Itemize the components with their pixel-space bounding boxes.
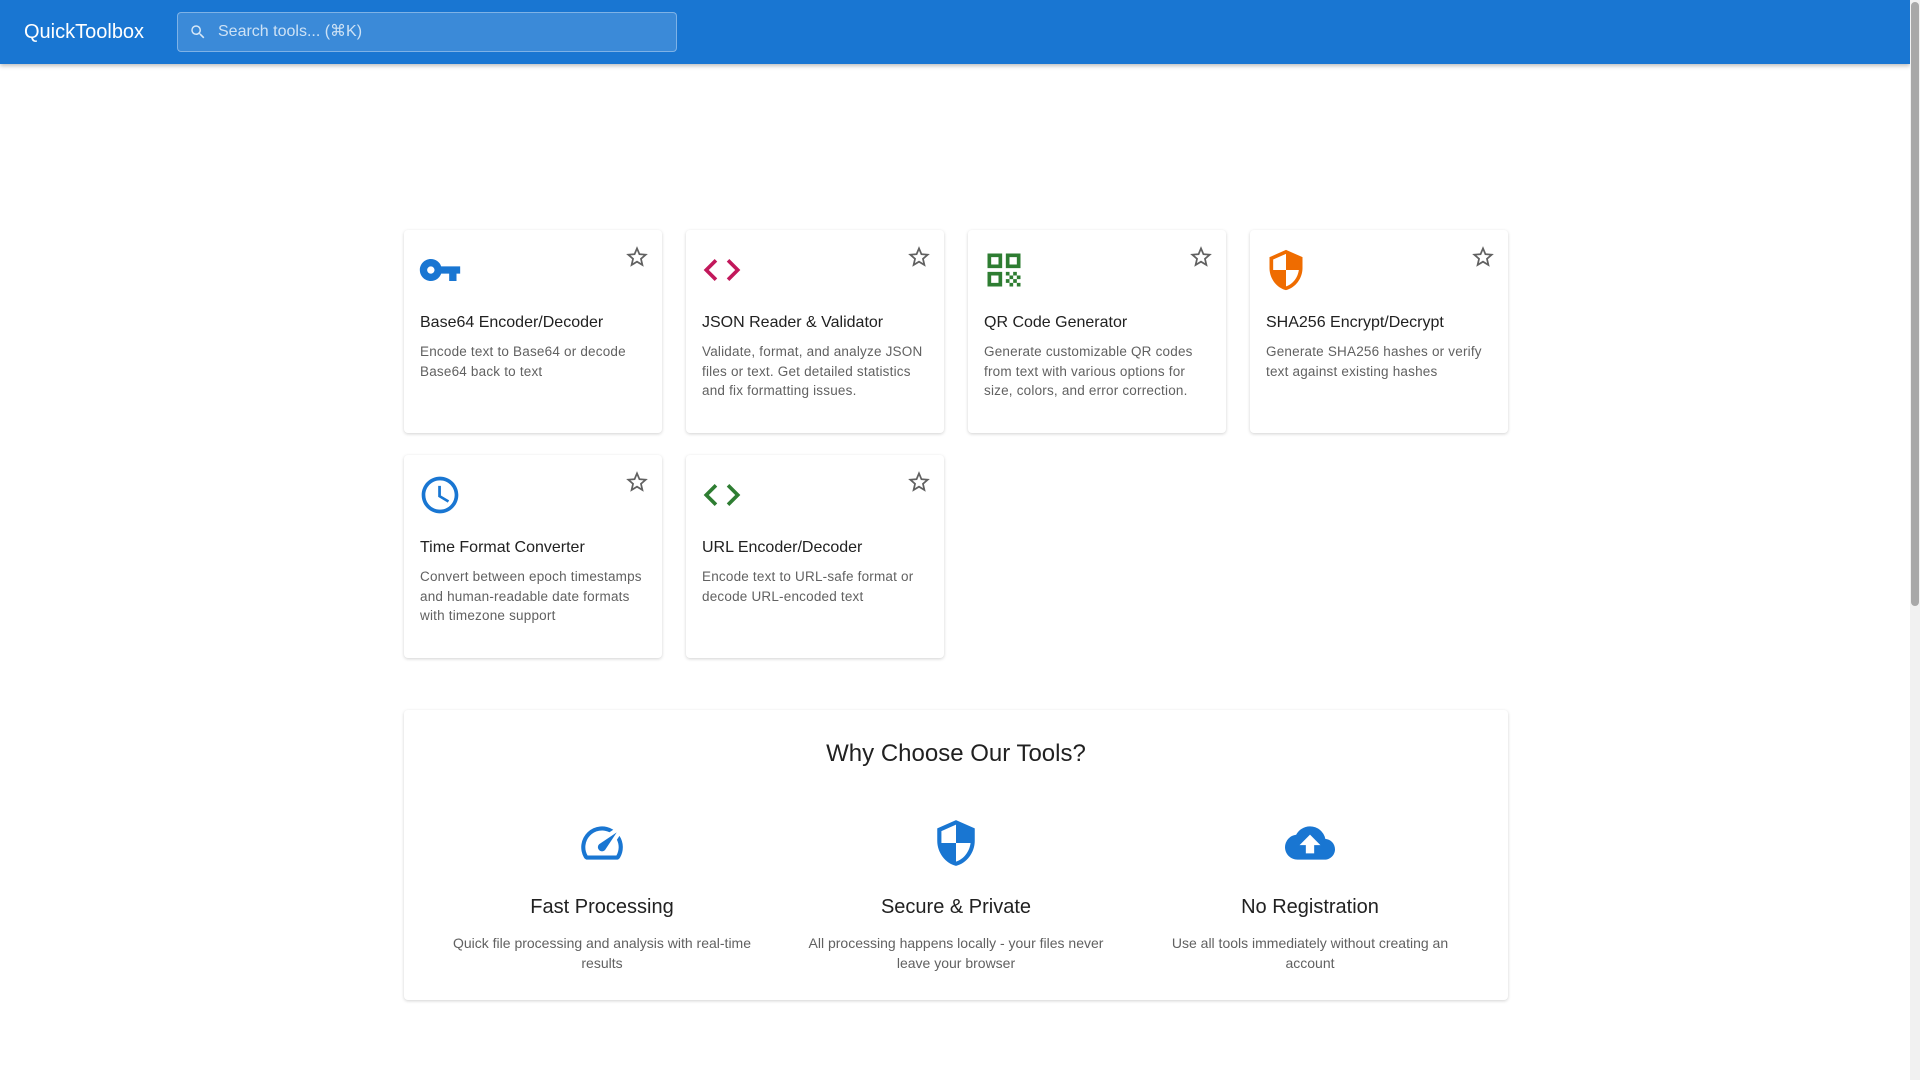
cloud-upload-icon: [1285, 818, 1335, 868]
security-shield-icon: [931, 818, 981, 868]
feature-description: All processing happens locally - your fi…: [808, 935, 1104, 971]
scrollbar-thumb[interactable]: [1911, 2, 1919, 606]
tool-card-sha256[interactable]: SHA256 Encrypt/Decrypt Generate SHA256 h…: [1250, 230, 1508, 433]
brand-title[interactable]: QuickToolbox: [24, 0, 144, 64]
feature-description: Use all tools immediately without creati…: [1171, 935, 1449, 971]
tool-description: Validate, format, and analyze JSON files…: [702, 344, 923, 398]
feature-title: No Registration: [1241, 896, 1379, 918]
qr-code-icon: [982, 248, 1026, 292]
tool-title: URL Encoder/Decoder: [702, 539, 863, 556]
tool-description: Convert between epoch timestamps and hum…: [420, 569, 642, 623]
favorite-star-icon[interactable]: [1188, 244, 1214, 270]
section-title: Why Choose Our Tools?: [826, 740, 1086, 767]
code-icon: [700, 473, 744, 517]
feature-secure-private: Secure & Private All processing happens …: [786, 818, 1126, 973]
clock-icon: [418, 473, 462, 517]
feature-title: Fast Processing: [530, 896, 674, 918]
speedometer-icon: [577, 818, 627, 868]
feature-no-registration: No Registration Use all tools immediatel…: [1140, 818, 1480, 973]
app-bar: QuickToolbox: [0, 0, 1910, 64]
tool-description: Encode text to URL-safe format or decode…: [702, 569, 914, 604]
tool-card-time[interactable]: Time Format Converter Convert between ep…: [404, 455, 662, 658]
tool-title: SHA256 Encrypt/Decrypt: [1266, 314, 1444, 331]
tool-title: Time Format Converter: [420, 539, 585, 556]
favorite-star-icon[interactable]: [906, 244, 932, 270]
tool-card-url[interactable]: URL Encoder/Decoder Encode text to URL-s…: [686, 455, 944, 658]
page-scrollbar[interactable]: [1910, 0, 1920, 1080]
tool-card-json[interactable]: JSON Reader & Validator Validate, format…: [686, 230, 944, 433]
tool-description: Generate customizable QR codes from text…: [984, 344, 1193, 398]
search-input[interactable]: [218, 23, 676, 41]
shield-icon: [1264, 248, 1308, 292]
favorite-star-icon[interactable]: [624, 469, 650, 495]
feature-description: Quick file processing and analysis with …: [452, 935, 751, 971]
tool-card-qr[interactable]: QR Code Generator Generate customizable …: [968, 230, 1226, 433]
why-choose-section: Why Choose Our Tools? Fast Processing Qu…: [404, 710, 1508, 1000]
tool-title: Base64 Encoder/Decoder: [420, 314, 604, 331]
favorite-star-icon[interactable]: [906, 469, 932, 495]
search-icon: [178, 12, 218, 52]
favorite-star-icon[interactable]: [624, 244, 650, 270]
feature-fast-processing: Fast Processing Quick file processing an…: [432, 818, 772, 973]
code-icon: [700, 248, 744, 292]
tool-card-base64[interactable]: Base64 Encoder/Decoder Encode text to Ba…: [404, 230, 662, 433]
tool-description: Encode text to Base64 or decode Base64 b…: [420, 344, 626, 379]
tool-description: Generate SHA256 hashes or verify text ag…: [1266, 344, 1482, 379]
tool-title: JSON Reader & Validator: [702, 314, 884, 331]
feature-title: Secure & Private: [880, 896, 1032, 918]
key-icon: [418, 248, 462, 292]
tool-title: QR Code Generator: [984, 314, 1128, 331]
search-box[interactable]: [177, 12, 677, 52]
favorite-star-icon[interactable]: [1470, 244, 1496, 270]
